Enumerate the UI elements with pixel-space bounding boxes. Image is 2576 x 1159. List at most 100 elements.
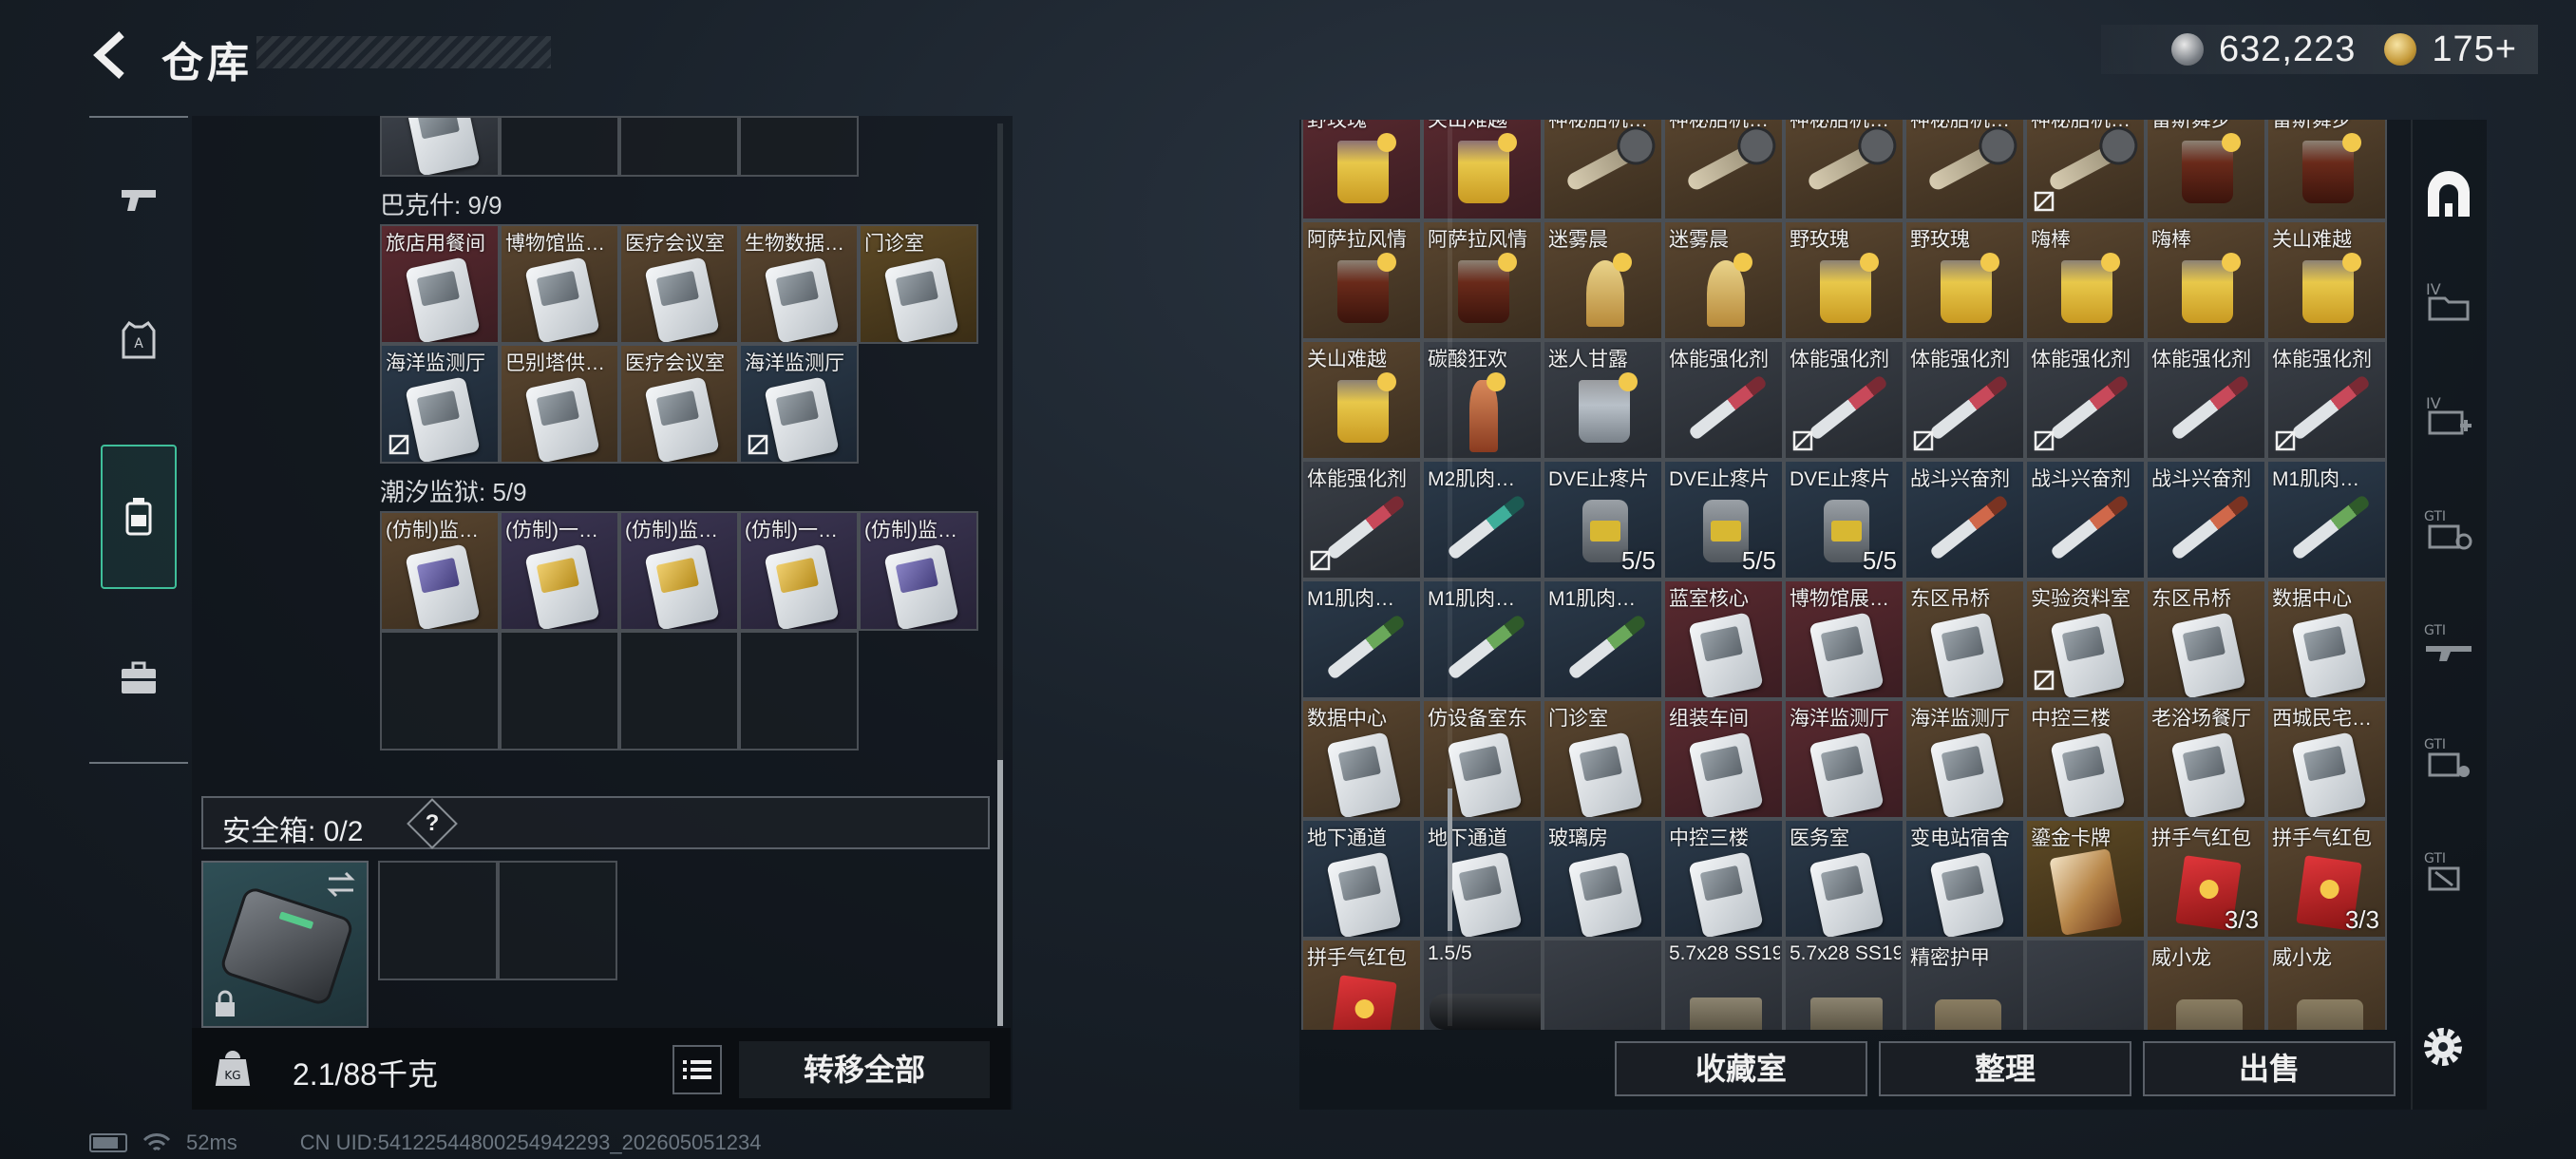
item-slot[interactable]: 关山难越 (1301, 340, 1422, 460)
item-slot[interactable]: 神秘胎机… (1784, 120, 1904, 220)
nav-toolbox[interactable] (103, 631, 175, 726)
item-slot[interactable]: 医疗会议室 (619, 224, 739, 344)
safebox-empty-slot[interactable] (378, 861, 498, 980)
item-slot[interactable]: M1肌肉… (1543, 580, 1663, 699)
item-slot[interactable]: 威小龙 (2146, 939, 2266, 1030)
organize-button[interactable]: 整理 (1879, 1041, 2131, 1096)
item-slot[interactable]: 体能强化剂 (1784, 340, 1904, 460)
tab-storage-main[interactable] (2420, 139, 2477, 253)
settings-gear-icon[interactable] (2416, 1020, 2470, 1074)
empty-slot[interactable] (500, 631, 619, 750)
item-slot[interactable]: 拼手气红包 3/3 (2146, 819, 2266, 939)
empty-slot[interactable] (619, 631, 739, 750)
item-slot[interactable]: 嗨棒 (2146, 220, 2266, 340)
item-slot[interactable]: 神秘胎机… (2025, 120, 2146, 220)
item-slot[interactable]: 神秘胎机… (1663, 120, 1784, 220)
collection-room-button[interactable]: 收藏室 (1615, 1041, 1867, 1096)
item-slot[interactable]: 医务室 (1784, 819, 1904, 939)
item-slot[interactable]: 威小龙 (2266, 939, 2387, 1030)
item-slot[interactable]: 蓝室核心 (1663, 580, 1784, 699)
item-slot[interactable]: 嗨棒 (2025, 220, 2146, 340)
item-slot[interactable]: 中控三楼 (2025, 699, 2146, 819)
item-slot[interactable]: DVE止疼片 5/5 (1784, 460, 1904, 580)
backpack-scroll-area[interactable]: 巴克什: 9/9 旅店用餐间 博物馆监… 医疗会议室 生物数据… 门诊室 海洋监测厅 巴别塔… (192, 116, 1009, 857)
item-slot[interactable]: 博物馆展… (1784, 580, 1904, 699)
item-slot[interactable]: 体能强化剂 (2146, 340, 2266, 460)
item-slot[interactable]: 战斗兴奋剂 (1904, 460, 2025, 580)
item-slot[interactable]: 地下通道 (1422, 819, 1543, 939)
warehouse-scrollbar[interactable] (1448, 124, 1452, 1026)
nav-container[interactable] (101, 445, 177, 589)
item-slot[interactable]: DVE止疼片 5/5 (1543, 460, 1663, 580)
item-slot[interactable]: M1肌肉… (2266, 460, 2387, 580)
item-slot[interactable]: 西城民宅… (2266, 699, 2387, 819)
item-slot[interactable]: 地下通道 (1301, 819, 1422, 939)
item-slot[interactable]: 碳酸狂欢 (1422, 340, 1543, 460)
item-slot[interactable]: 拼手气红包 3/3 (2266, 819, 2387, 939)
item-slot[interactable]: M1肌肉… (1301, 580, 1422, 699)
item-slot[interactable]: 东区吊桥 (1904, 580, 2025, 699)
item-slot[interactable]: 医疗会议室 (619, 344, 739, 464)
tab-storage-4[interactable]: IV (2420, 243, 2477, 357)
item-slot[interactable]: 迷雾晨 (1543, 220, 1663, 340)
item-slot[interactable]: 博物馆监… (500, 224, 619, 344)
scrollbar-thumb[interactable] (997, 760, 1003, 1026)
item-slot[interactable]: DVE止疼片 5/5 (1663, 460, 1784, 580)
gold-currency-value[interactable]: 175+ (2432, 29, 2517, 70)
item-slot[interactable]: 体能强化剂 (1904, 340, 2025, 460)
item-slot[interactable]: 阿萨拉风情 (1422, 220, 1543, 340)
item-slot[interactable]: 组装车间 (1663, 699, 1784, 819)
item-slot[interactable]: 生物数据… (739, 224, 859, 344)
item-slot[interactable]: 精密护甲 (1904, 939, 2025, 1030)
nav-weapons[interactable] (103, 152, 175, 247)
item-slot[interactable] (380, 116, 500, 177)
item-slot[interactable]: 雷斯舞步 (2266, 120, 2387, 220)
item-slot[interactable]: 野玫瑰 (1904, 220, 2025, 340)
item-slot[interactable]: M2肌肉… (1422, 460, 1543, 580)
item-slot[interactable]: 战斗兴奋剂 (2025, 460, 2146, 580)
item-slot[interactable]: 仿设备室东 (1422, 699, 1543, 819)
item-slot[interactable]: 1.5/5 (1422, 939, 1543, 1030)
item-slot[interactable]: 旅店用餐间 (380, 224, 500, 344)
item-slot[interactable] (1543, 939, 1663, 1030)
item-slot[interactable]: 迷雾晨 (1663, 220, 1784, 340)
item-slot[interactable]: (仿制)一… (739, 511, 859, 631)
item-slot[interactable]: 关山难越 (1422, 120, 1543, 220)
tab-storage-gti-1[interactable]: GTI (2420, 471, 2477, 585)
item-slot[interactable]: 5.7x28 SS190 (1784, 939, 1904, 1030)
tab-storage-gti-4[interactable]: GTI (2420, 813, 2477, 927)
item-slot[interactable]: 中控三楼 (1663, 819, 1784, 939)
safebox-empty-slot[interactable] (498, 861, 617, 980)
item-slot[interactable]: 门诊室 (1543, 699, 1663, 819)
item-slot[interactable]: 鎏金卡牌 (2025, 819, 2146, 939)
empty-slot[interactable] (380, 631, 500, 750)
item-slot[interactable]: 关山难越 (2266, 220, 2387, 340)
item-slot[interactable]: 实验资料室 (2025, 580, 2146, 699)
empty-slot[interactable] (739, 631, 859, 750)
item-slot[interactable]: 体能强化剂 (1301, 460, 1422, 580)
item-slot[interactable]: 雷斯舞步 (2146, 120, 2266, 220)
item-slot[interactable]: 野玫瑰 (1784, 220, 1904, 340)
empty-slot[interactable] (739, 116, 859, 177)
item-slot[interactable]: 变电站宿舍 (1904, 819, 2025, 939)
transfer-all-button[interactable]: 转移全部 (739, 1041, 990, 1098)
nav-equipment[interactable]: A (103, 293, 175, 388)
item-slot[interactable]: 海洋监测厅 (739, 344, 859, 464)
item-slot[interactable]: 东区吊桥 (2146, 580, 2266, 699)
item-slot[interactable]: (仿制)监… (619, 511, 739, 631)
empty-slot[interactable] (500, 116, 619, 177)
item-slot[interactable]: 阿萨拉风情 (1301, 220, 1422, 340)
backpack-scrollbar[interactable] (997, 124, 1003, 1026)
item-slot[interactable]: 迷人甘露 (1543, 340, 1663, 460)
item-slot[interactable]: 野玫瑰 (1301, 120, 1422, 220)
item-slot[interactable]: 体能强化剂 (2266, 340, 2387, 460)
scrollbar-thumb[interactable] (1448, 788, 1452, 931)
item-slot[interactable]: (仿制)监… (859, 511, 978, 631)
item-slot[interactable] (2025, 939, 2146, 1030)
tab-storage-gti-2[interactable]: GTI (2420, 585, 2477, 699)
item-slot[interactable]: (仿制)一… (500, 511, 619, 631)
item-slot[interactable]: 玻璃房 (1543, 819, 1663, 939)
tab-storage-gti-3[interactable]: GTI (2420, 699, 2477, 813)
item-slot[interactable]: 巴别塔供… (500, 344, 619, 464)
item-slot[interactable]: 神秘胎机… (1543, 120, 1663, 220)
